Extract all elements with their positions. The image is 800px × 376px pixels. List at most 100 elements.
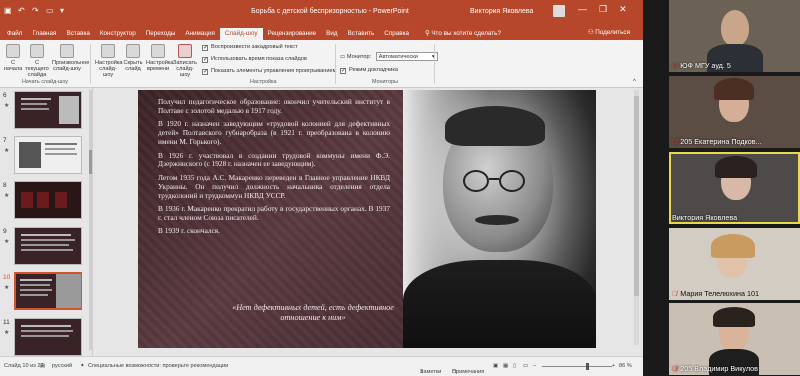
checkbox-media-controls[interactable]: ✓ Показать элементы управления проигрыван… (202, 68, 336, 75)
participant-name: 🎙̸ Мария Телелюхина 101 (672, 289, 759, 298)
slide-thumbnail-7[interactable] (14, 136, 82, 174)
participant-tile[interactable]: 🎙̸ ЮФ МГУ ауд. 5 (669, 0, 800, 72)
slide-quote[interactable]: «Нет дефективных детей, есть дефективное… (228, 303, 398, 323)
video-panel: 🎙̸ ЮФ МГУ ауд. 5 🎙̸ 205 Екатерина Подков..… (643, 0, 800, 376)
reading-view-icon[interactable]: ▯ (513, 363, 516, 369)
tab-transitions[interactable]: Переходы (141, 28, 181, 40)
maximize-button[interactable]: ❐ (599, 4, 607, 15)
zoom-level[interactable]: 86 % (619, 363, 632, 369)
tab-insert[interactable]: Вставка (61, 28, 94, 40)
ribbon-tabs: Файл Главная Вставка Конструктор Переход… (0, 26, 643, 40)
glasses-icon (499, 170, 525, 192)
participant-tile-active-speaker[interactable]: Виктория Яковлева (669, 152, 800, 224)
transition-star-icon: ★ (4, 193, 10, 199)
custom-slideshow-label: Произвольное слайд-шоу (52, 60, 90, 72)
status-bar: Слайд 10 из 22 ▤ русский ✦ Специальные в… (0, 356, 643, 376)
zoom-slider[interactable] (542, 363, 612, 370)
tell-me-label: Что вы хотите сделать? (431, 30, 501, 37)
slide-paragraph: Получил педагогическое образование: окон… (158, 97, 390, 115)
from-current-button[interactable]: С текущего слайда (25, 44, 49, 78)
divider (335, 44, 336, 84)
tab-animations[interactable]: Анимация (180, 28, 220, 40)
monitor-dropdown[interactable]: Автоматически▾ (375, 52, 438, 61)
from-start-button[interactable]: С начала (3, 44, 23, 72)
language-label[interactable]: русский (52, 363, 72, 369)
monitor-selector: ▭ Монитор: Автоматически▾ (340, 52, 438, 61)
slide-scrollbar[interactable] (634, 90, 639, 345)
portrait-hair (445, 106, 545, 146)
participant-tile[interactable]: 🎙̸ 205 Владимир Викулов (669, 303, 800, 375)
thumbnail-number: 6 (3, 92, 7, 99)
tab-design[interactable]: Конструктор (95, 28, 141, 40)
close-button[interactable]: ✕ (619, 4, 627, 15)
user-name[interactable]: Виктория Яковлева (470, 8, 533, 15)
normal-view-icon[interactable]: ▣ (493, 363, 498, 369)
divider (434, 44, 435, 84)
setup-icon (101, 44, 115, 58)
tab-view[interactable]: Вид (321, 28, 342, 40)
participant-tile[interactable]: 🎙̸ 205 Екатерина Подков... (669, 76, 800, 148)
undo-icon[interactable]: ↶ (18, 7, 26, 15)
zoom-out-icon[interactable]: − (533, 363, 536, 369)
thumbnail-number: 9 (3, 228, 7, 235)
save-icon[interactable]: ▣ (4, 7, 12, 15)
tab-slideshow[interactable]: Слайд-шоу (219, 28, 263, 40)
scrollbar-thumb[interactable] (89, 150, 92, 174)
slide-text-body[interactable]: Получил педагогическое образование: окон… (158, 97, 390, 241)
checkbox-timings[interactable]: ✓ Использовать время показа слайдов (202, 56, 307, 63)
checkbox-narration[interactable]: ✓ Воспроизвести закадровый текст (202, 44, 298, 51)
checkbox-presenter-view[interactable]: ✓ Режим докладчика (340, 67, 398, 74)
spellcheck-icon[interactable]: ▤ (40, 363, 45, 369)
comments-label: Примечания (452, 369, 485, 375)
avatar[interactable] (553, 5, 565, 17)
tab-insert-2[interactable]: Вставить (343, 28, 380, 40)
accessibility-status[interactable]: Специальные возможности: проверьте реком… (88, 363, 228, 369)
rehearse-timings-button[interactable]: Настройка времени (146, 44, 174, 72)
screen: ▣ ↶ ↷ ▭ ▾ Борьба с детской беспризорност… (0, 0, 800, 376)
minimize-button[interactable]: — (578, 4, 587, 15)
tab-review[interactable]: Рецензирование (263, 28, 322, 40)
setup-slideshow-button[interactable]: Настройка слайд-шоу (95, 44, 123, 78)
hide-slide-icon (126, 44, 140, 58)
quick-access-toolbar: ▣ ↶ ↷ ▭ ▾ (4, 7, 68, 15)
hide-slide-button[interactable]: Скрыть слайд (122, 44, 144, 72)
tab-file[interactable]: Файл (2, 28, 27, 40)
slideshow-start-icon (6, 44, 20, 58)
checkbox-label: Воспроизвести закадровый текст (211, 44, 298, 50)
redo-icon[interactable]: ↷ (32, 7, 40, 15)
slide-paragraph: В 1936 г. Макаренко прекратил работу в г… (158, 204, 390, 222)
thumbnail-scrollbar[interactable] (89, 90, 92, 350)
slideshow-view-icon[interactable]: ▭ (523, 363, 528, 369)
slide-thumbnail-6[interactable] (14, 91, 82, 129)
share-button[interactable]: ⚇ Поделиться (583, 27, 635, 39)
slide-sorter-icon[interactable]: ▦ (503, 363, 508, 369)
slide-paragraph: В 1920 г. назначен заведующим «трудовой … (158, 119, 390, 147)
record-slideshow-button[interactable]: Записать слайд-шоу (172, 44, 198, 78)
portrait-photo[interactable] (403, 90, 596, 348)
slide-counter: Слайд 10 из 22 (4, 363, 44, 369)
customize-icon[interactable]: ▾ (60, 7, 68, 15)
tell-me-search[interactable]: ⚲ Что вы хотите сделать? (420, 28, 506, 40)
accessibility-icon[interactable]: ✦ (80, 363, 85, 369)
custom-slideshow-button[interactable]: Произвольное слайд-шоу (52, 44, 89, 72)
timer-icon (151, 44, 165, 58)
slide-thumbnail-11[interactable] (14, 318, 82, 356)
collapse-ribbon-icon[interactable]: ^ (633, 79, 636, 85)
current-slide[interactable]: Получил педагогическое образование: окон… (138, 90, 596, 348)
slide-thumbnail-9[interactable] (14, 227, 82, 265)
zoom-slider-knob[interactable] (586, 363, 589, 370)
slide-thumbnail-8[interactable] (14, 181, 82, 219)
tab-help[interactable]: Справка (379, 28, 414, 40)
window-title: Борьба с детской беспризорностью - Power… (251, 8, 409, 15)
scrollbar-thumb[interactable] (634, 96, 639, 296)
checkbox-checked-icon: ✓ (340, 68, 347, 74)
zoom-in-icon[interactable]: + (612, 363, 615, 369)
participant-name: Виктория Яковлева (672, 213, 738, 222)
title-bar: ▣ ↶ ↷ ▭ ▾ Борьба с детской беспризорност… (0, 0, 643, 26)
start-slideshow-icon[interactable]: ▭ (46, 7, 54, 15)
participant-tile[interactable]: 🎙̸ Мария Телелюхина 101 (669, 228, 800, 300)
window-controls: — ❐ ✕ (578, 4, 627, 15)
record-icon (178, 44, 192, 58)
slide-thumbnail-10[interactable] (14, 272, 82, 310)
tab-home[interactable]: Главная (27, 28, 61, 40)
